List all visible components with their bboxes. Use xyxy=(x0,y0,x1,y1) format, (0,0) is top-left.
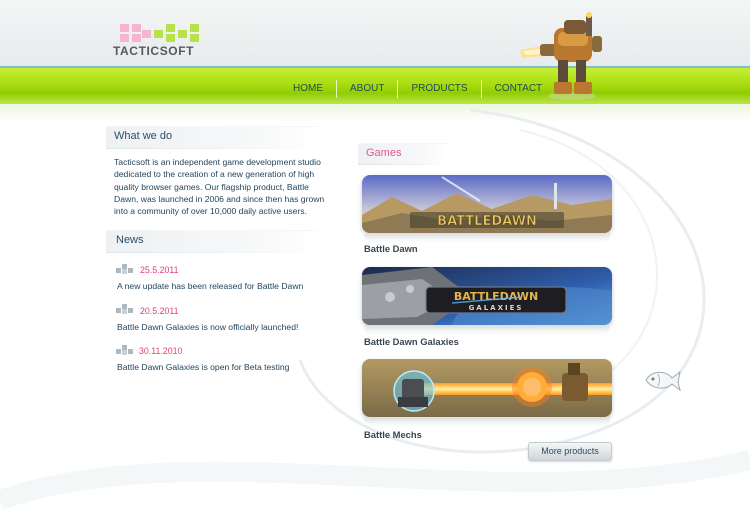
battle-dawn-galaxies-banner[interactable]: BATTLEDAWN GALAXIES xyxy=(362,267,612,325)
nav-products[interactable]: PRODUCTS xyxy=(398,80,482,98)
fish-decoration-icon xyxy=(645,370,681,392)
news-date: 30.11.2010 xyxy=(139,346,183,356)
news-item[interactable]: A new update has been released for Battl… xyxy=(117,281,303,291)
about-title: What we do xyxy=(114,130,173,142)
news-date: 25.5.2011 xyxy=(140,265,179,275)
svg-text:BATTLEDAWN: BATTLEDAWN xyxy=(437,214,537,229)
about-text: Tacticsoft is an independent game develo… xyxy=(114,157,325,217)
divider xyxy=(106,148,326,149)
banner-reflection xyxy=(364,417,610,427)
banner-reflection xyxy=(364,325,610,335)
main-nav: HOME ABOUT PRODUCTS CONTACT xyxy=(280,80,555,98)
brand-name: TACTICSOFT xyxy=(113,44,195,58)
battle-dawn-banner[interactable]: BATTLEDAWN xyxy=(362,175,612,233)
news-item[interactable]: Battle Dawn Galaxies is open for Beta te… xyxy=(117,362,289,372)
game-label[interactable]: Battle Dawn xyxy=(364,243,418,254)
news-title: News xyxy=(116,234,144,246)
divider xyxy=(106,252,326,253)
mech-robot-illustration xyxy=(520,12,602,100)
svg-text:GALAXIES: GALAXIES xyxy=(469,304,524,312)
news-bullet-icon xyxy=(116,264,133,274)
news-date: 20.5.2011 xyxy=(140,306,179,316)
divider xyxy=(358,164,448,165)
news-bullet-icon xyxy=(116,304,133,314)
more-products-button[interactable]: More products xyxy=(528,442,612,461)
nav-home[interactable]: HOME xyxy=(280,80,337,98)
game-label[interactable]: Battle Dawn Galaxies xyxy=(364,336,459,347)
news-item[interactable]: Battle Dawn Galaxies is now officially l… xyxy=(117,322,298,332)
nav-about[interactable]: ABOUT xyxy=(337,80,399,98)
banner-reflection xyxy=(364,233,610,243)
game-label[interactable]: Battle Mechs xyxy=(364,429,422,440)
battle-mechs-banner[interactable] xyxy=(362,359,612,417)
games-title: Games xyxy=(366,147,402,159)
news-bullet-icon xyxy=(116,345,133,355)
